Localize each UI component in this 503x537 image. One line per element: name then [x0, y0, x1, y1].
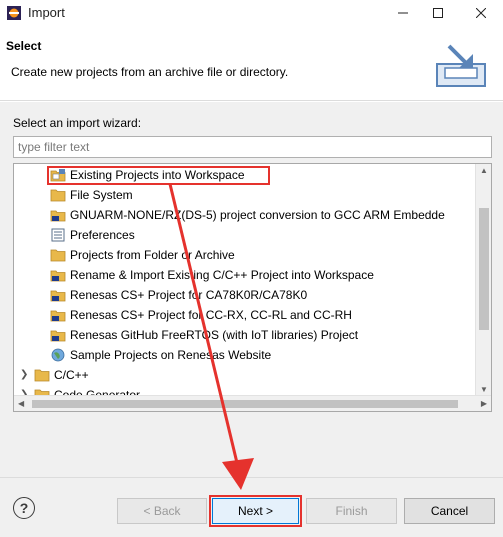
tree-item-label: Projects from Folder or Archive — [70, 248, 235, 262]
tree-item-label: Preferences — [70, 228, 135, 242]
title-bar: Import — [0, 0, 503, 26]
scroll-right-icon[interactable]: ▶ — [481, 399, 487, 408]
back-button[interactable]: < Back — [117, 498, 207, 524]
vertical-scrollbar[interactable]: ▲ ▼ — [475, 164, 491, 396]
tree-item-file-system[interactable]: File System — [14, 185, 476, 205]
cancel-button[interactable]: Cancel — [404, 498, 495, 524]
tree-item-label: Rename & Import Existing C/C++ Project i… — [70, 268, 374, 282]
tree-item-github-freertos[interactable]: Renesas GitHub FreeRTOS (with IoT librar… — [14, 325, 476, 345]
renesas-project-icon — [50, 210, 66, 222]
tree-item-cs-ccrx[interactable]: Renesas CS+ Project for CC-RX, CC-RL and… — [14, 305, 476, 325]
maximize-icon — [433, 8, 443, 18]
page-title: Select — [6, 39, 42, 53]
tree-item-label: Renesas CS+ Project for CC-RX, CC-RL and… — [70, 308, 352, 322]
folder-icon — [34, 369, 50, 382]
existing-projects-icon — [50, 169, 66, 182]
scroll-up-icon[interactable]: ▲ — [480, 166, 488, 175]
tree-item-label: GNUARM-NONE/RZ(DS-5) project conversion … — [70, 208, 445, 222]
tree-item-sample-projects[interactable]: Sample Projects on Renesas Website — [14, 345, 476, 365]
filter-input[interactable] — [13, 136, 492, 158]
wizard-tree[interactable]: Existing Projects into Workspace File Sy… — [13, 163, 492, 412]
close-button[interactable] — [461, 0, 501, 26]
tree-category-cpp[interactable]: ❯ C/C++ — [14, 365, 476, 385]
renesas-project-icon — [50, 270, 66, 282]
minimize-icon — [398, 12, 408, 14]
tree-item-projects-from-folder[interactable]: Projects from Folder or Archive — [14, 245, 476, 265]
horizontal-scroll-thumb[interactable] — [32, 400, 458, 408]
scroll-down-icon[interactable]: ▼ — [480, 385, 488, 394]
tree-item-label: Existing Projects into Workspace — [70, 168, 245, 182]
window-title: Import — [28, 5, 65, 20]
vertical-scroll-thumb[interactable] — [479, 208, 489, 330]
tree-item-rename-import[interactable]: Rename & Import Existing C/C++ Project i… — [14, 265, 476, 285]
next-button[interactable]: Next > — [212, 498, 299, 524]
preferences-icon — [51, 228, 65, 242]
scroll-left-icon[interactable]: ◀ — [18, 399, 24, 408]
tree-item-label: Renesas GitHub FreeRTOS (with IoT librar… — [70, 328, 359, 342]
maximize-button[interactable] — [418, 0, 458, 26]
folder-icon — [50, 189, 66, 202]
tree-item-gnuarm[interactable]: GNUARM-NONE/RZ(DS-5) project conversion … — [14, 205, 476, 225]
eclipse-app-icon — [7, 6, 21, 20]
tree-item-label: File System — [70, 188, 133, 202]
chevron-right-icon[interactable]: ❯ — [20, 369, 30, 381]
renesas-project-icon — [50, 330, 66, 342]
horizontal-scrollbar[interactable]: ◀ ▶ — [14, 395, 491, 411]
close-icon — [476, 8, 486, 18]
tree-item-cs-ca78k0r[interactable]: Renesas CS+ Project for CA78K0R/CA78K0 — [14, 285, 476, 305]
tree-item-existing-projects[interactable]: Existing Projects into Workspace — [14, 165, 476, 185]
select-wizard-label: Select an import wizard: — [13, 116, 142, 130]
minimize-button[interactable] — [383, 0, 423, 26]
import-banner-icon — [436, 44, 486, 87]
wizard-header: Select Create new projects from an archi… — [0, 26, 503, 101]
finish-button[interactable]: Finish — [306, 498, 397, 524]
tree-category-label: C/C++ — [54, 368, 89, 382]
tree-item-label: Renesas CS+ Project for CA78K0R/CA78K0 — [70, 288, 308, 302]
tree-item-preferences[interactable]: Preferences — [14, 225, 476, 245]
page-description: Create new projects from an archive file… — [11, 65, 289, 79]
folder-icon — [50, 249, 66, 262]
tree-item-label: Sample Projects on Renesas Website — [70, 348, 272, 362]
renesas-project-icon — [50, 290, 66, 302]
globe-icon — [51, 348, 65, 362]
renesas-project-icon — [50, 310, 66, 322]
help-button[interactable]: ? — [13, 497, 35, 519]
